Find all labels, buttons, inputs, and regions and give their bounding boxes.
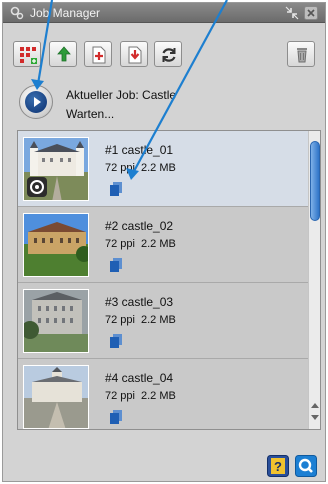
export-document-icon	[128, 46, 142, 64]
item-ppi: 72 ppi	[105, 238, 135, 250]
thumbnail	[23, 365, 89, 429]
title-bar[interactable]: Job Manager	[3, 3, 325, 23]
list-scrollbar[interactable]	[308, 131, 320, 429]
quick-search-button[interactable]	[295, 455, 317, 477]
add-job-button[interactable]	[13, 41, 41, 67]
item-name: #2 castle_02	[105, 219, 174, 233]
item-size: 2.2 MB	[140, 162, 176, 174]
list-item[interactable]: #4 castle_04 72 ppi 2.2 MB	[18, 359, 308, 429]
item-meta: 72 ppi 2.2 MB	[105, 314, 176, 326]
document-icon	[110, 182, 122, 196]
close-icon[interactable]	[304, 6, 318, 20]
list-item[interactable]: #3 castle_03 72 ppi 2.2 MB	[18, 283, 308, 359]
start-job-button[interactable]	[19, 85, 53, 119]
item-meta: 72 ppi 2.2 MB	[105, 162, 176, 174]
item-name: #4 castle_04	[105, 371, 174, 385]
refresh-button[interactable]	[154, 41, 182, 67]
window-title: Job Manager	[30, 6, 101, 20]
import-button[interactable]	[49, 41, 77, 67]
item-name: #1 castle_01	[105, 143, 174, 157]
refresh-icon	[162, 48, 176, 62]
shrink-icon[interactable]	[285, 6, 299, 20]
add-document-icon	[92, 46, 106, 64]
item-size: 2.2 MB	[140, 390, 176, 402]
item-name: #3 castle_03	[105, 295, 174, 309]
job-status: Warten...	[66, 107, 115, 121]
trash-button[interactable]	[287, 41, 315, 67]
item-size: 2.2 MB	[140, 314, 176, 326]
document-icon	[110, 410, 122, 424]
trash-icon	[297, 48, 307, 63]
grid-add-icon	[20, 47, 37, 64]
item-ppi: 72 ppi	[105, 314, 135, 326]
gear-icon	[10, 6, 24, 20]
help-icon: ?	[267, 455, 289, 477]
add-document-button[interactable]	[84, 41, 112, 67]
document-icon	[110, 258, 122, 272]
quick-search-icon	[295, 455, 317, 477]
import-arrow-icon	[57, 46, 71, 62]
job-list[interactable]: #1 castle_01 72 ppi 2.2 MB #2 castle_02	[17, 130, 321, 430]
export-document-button[interactable]	[120, 41, 148, 67]
play-icon	[25, 91, 47, 113]
item-ppi: 72 ppi	[105, 390, 135, 402]
document-icon	[110, 334, 122, 348]
job-manager-panel: Job Manager Aktueller Job: Castle Warten…	[2, 2, 326, 482]
thumbnail	[23, 137, 89, 201]
scrollbar-thumb[interactable]	[310, 141, 320, 221]
item-ppi: 72 ppi	[105, 162, 135, 174]
item-meta: 72 ppi 2.2 MB	[105, 238, 176, 250]
item-size: 2.2 MB	[140, 238, 176, 250]
list-item[interactable]: #1 castle_01 72 ppi 2.2 MB	[18, 131, 308, 207]
item-meta: 72 ppi 2.2 MB	[105, 390, 176, 402]
current-job-label: Aktueller Job: Castle	[66, 88, 177, 102]
svg-text:?: ?	[274, 459, 282, 474]
thumbnail	[23, 213, 89, 277]
scroll-up-icon[interactable]	[311, 403, 319, 408]
help-button[interactable]: ?	[267, 455, 289, 477]
scroll-down-icon[interactable]	[311, 415, 319, 420]
thumbnail	[23, 289, 89, 353]
list-item[interactable]: #2 castle_02 72 ppi 2.2 MB	[18, 207, 308, 283]
camera-badge-icon	[27, 177, 47, 197]
